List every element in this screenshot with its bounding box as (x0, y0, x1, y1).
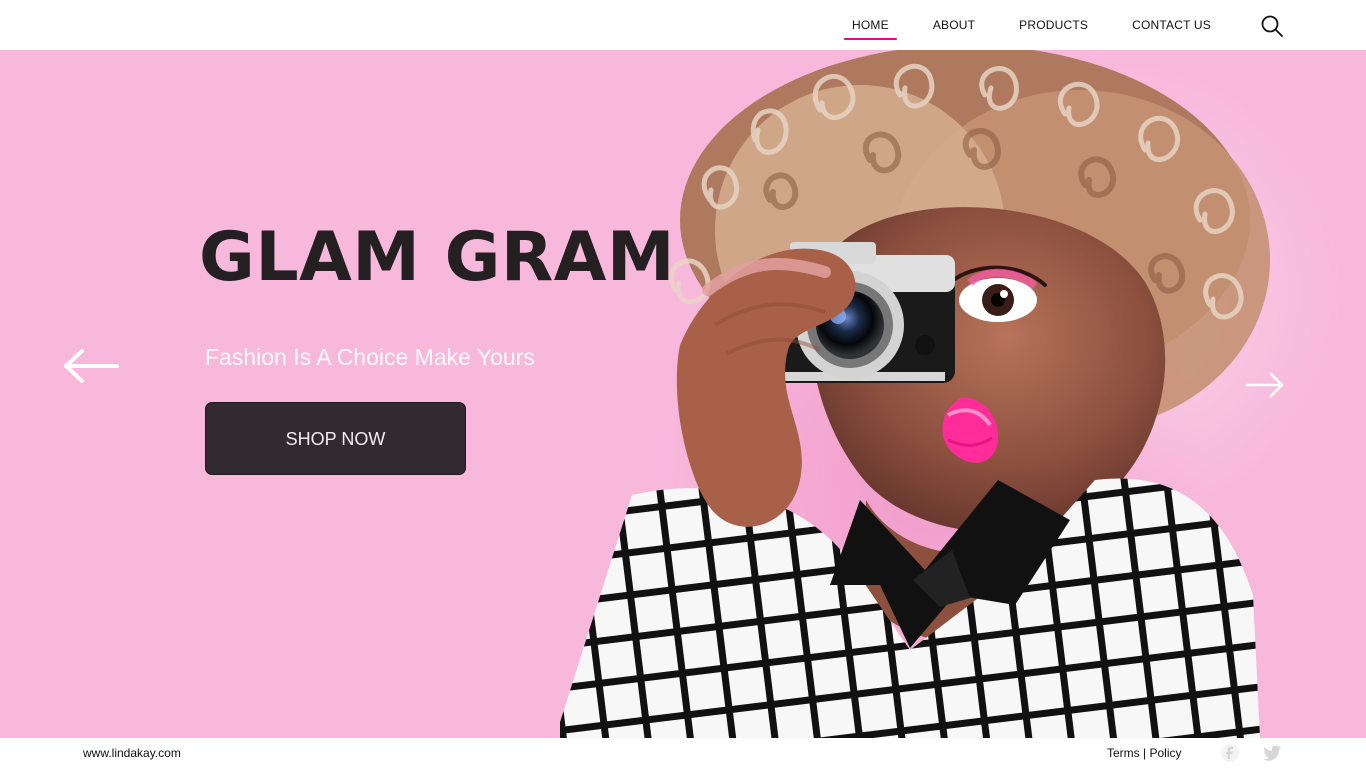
nav-products[interactable]: PRODUCTS (1019, 18, 1088, 32)
twitter-icon[interactable] (1261, 743, 1283, 763)
shop-now-button[interactable]: SHOP NOW (205, 402, 466, 475)
search-icon[interactable] (1260, 14, 1284, 38)
nav-contact-us[interactable]: CONTACT US (1132, 18, 1211, 32)
nav-about[interactable]: ABOUT (933, 18, 975, 32)
main-navigation: HOME ABOUT PRODUCTS CONTACT US (844, 0, 1211, 50)
hero-banner: GLAM GRAM Fashion Is A Choice Make Yours… (0, 50, 1366, 738)
next-slide-button[interactable] (1244, 371, 1286, 399)
hero-subtitle: Fashion Is A Choice Make Yours (205, 344, 535, 370)
site-header: HOME ABOUT PRODUCTS CONTACT US (0, 0, 1366, 50)
site-footer: www.lindakay.com Terms | Policy (0, 738, 1366, 768)
arrow-right-icon (1245, 372, 1284, 398)
nav-home[interactable]: HOME (844, 18, 897, 40)
landing-page: HOME ABOUT PRODUCTS CONTACT US GLAM GRAM… (0, 0, 1366, 768)
checkered-shirt (560, 478, 1260, 738)
facebook-icon[interactable] (1220, 743, 1240, 763)
footer-legal-links: Terms | Policy (1107, 746, 1181, 760)
footer-separator: | (1139, 746, 1150, 760)
hero-title: GLAM GRAM (199, 218, 676, 297)
previous-slide-button[interactable] (60, 346, 120, 386)
terms-link[interactable]: Terms (1107, 746, 1140, 760)
footer-website-link[interactable]: www.lindakay.com (83, 746, 181, 760)
policy-link[interactable]: Policy (1149, 746, 1181, 760)
arrow-left-icon (64, 349, 119, 383)
